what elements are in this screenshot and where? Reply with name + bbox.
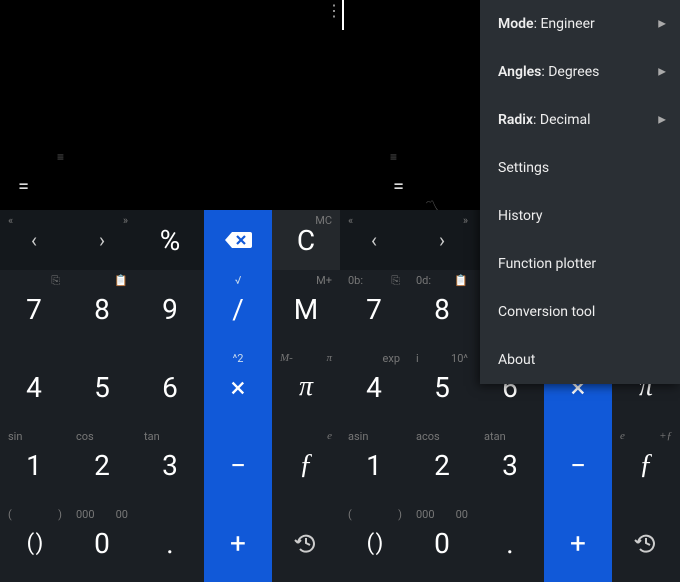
key-parens-r[interactable]: ()( ) — [340, 504, 408, 582]
chevron-right-icon: ▶ — [658, 115, 666, 126]
key-9[interactable]: 9 — [136, 270, 204, 348]
key-plus-r[interactable]: + — [544, 504, 612, 582]
overflow-menu-icon[interactable]: ⋮ — [326, 8, 342, 13]
key-prev-r[interactable]: «‹ — [340, 210, 408, 270]
key-memory[interactable]: M+M — [272, 270, 340, 348]
key-prev[interactable]: «‹ — [0, 210, 68, 270]
key-4-r[interactable]: exp4 — [340, 348, 408, 426]
key-7[interactable]: ⎘7 — [0, 270, 68, 348]
key-5-r[interactable]: i10^5 — [408, 348, 476, 426]
key-2-r[interactable]: acos2 — [408, 426, 476, 504]
chevron-right-icon: ▶ — [658, 19, 666, 30]
key-6[interactable]: 6 — [136, 348, 204, 426]
key-7-r[interactable]: 0b:⎘7 — [340, 270, 408, 348]
key-divide[interactable]: √/ — [204, 270, 272, 348]
key-8-r[interactable]: 0d:📋8 — [408, 270, 476, 348]
chevron-right-icon: ▶ — [658, 67, 666, 78]
key-minus-r[interactable]: − — [544, 426, 612, 504]
key-minus[interactable]: − — [204, 426, 272, 504]
menu-plotter[interactable]: Function plotter — [480, 240, 680, 288]
key-4[interactable]: 4 — [0, 348, 68, 426]
menu-mode[interactable]: Mode: Engineer ▶ — [480, 0, 680, 48]
history-icon — [633, 530, 659, 556]
key-0[interactable]: 000000 — [68, 504, 136, 582]
key-next-r[interactable]: »› — [408, 210, 476, 270]
menu-indicator-right: ≡ — [390, 150, 397, 164]
key-dot[interactable]: . — [136, 504, 204, 582]
equals-right: = — [393, 174, 404, 198]
key-multiply[interactable]: ^2× — [204, 348, 272, 426]
key-0-r[interactable]: 000000 — [408, 504, 476, 582]
menu-indicator-left: ≡ — [57, 150, 64, 164]
text-cursor — [342, 0, 344, 30]
key-1[interactable]: sin1 — [0, 426, 68, 504]
key-parens[interactable]: ()( ) — [0, 504, 68, 582]
key-history-r[interactable] — [612, 504, 680, 582]
overflow-menu: Mode: Engineer ▶ Angles: Degrees ▶ Radix… — [480, 0, 680, 384]
backspace-icon — [224, 230, 252, 250]
key-func[interactable]: eƒ — [272, 426, 340, 504]
menu-radix[interactable]: Radix: Decimal ▶ — [480, 96, 680, 144]
key-plus[interactable]: + — [204, 504, 272, 582]
key-func-r[interactable]: e+ƒƒ — [612, 426, 680, 504]
keypad-left: «‹ »› % MCC ⎘7 📋8 9 √/ M+M 4 5 6 ^2× M-π… — [0, 210, 340, 582]
key-clear[interactable]: MCC — [272, 210, 340, 270]
key-next[interactable]: »› — [68, 210, 136, 270]
key-8[interactable]: 📋8 — [68, 270, 136, 348]
menu-settings[interactable]: Settings — [480, 144, 680, 192]
menu-about[interactable]: About — [480, 336, 680, 384]
key-percent[interactable]: % — [136, 210, 204, 270]
key-dot-r[interactable]: . — [476, 504, 544, 582]
key-backspace[interactable] — [204, 210, 272, 270]
key-2[interactable]: cos2 — [68, 426, 136, 504]
history-icon — [293, 530, 319, 556]
menu-conversion[interactable]: Conversion tool — [480, 288, 680, 336]
key-3[interactable]: tan3 — [136, 426, 204, 504]
key-history[interactable] — [272, 504, 340, 582]
menu-history[interactable]: History — [480, 192, 680, 240]
key-pi[interactable]: M-ππ — [272, 348, 340, 426]
key-5[interactable]: 5 — [68, 348, 136, 426]
menu-angles[interactable]: Angles: Degrees ▶ — [480, 48, 680, 96]
equals-left: = — [18, 174, 29, 198]
key-1-r[interactable]: asin1 — [340, 426, 408, 504]
key-3-r[interactable]: atan3 — [476, 426, 544, 504]
